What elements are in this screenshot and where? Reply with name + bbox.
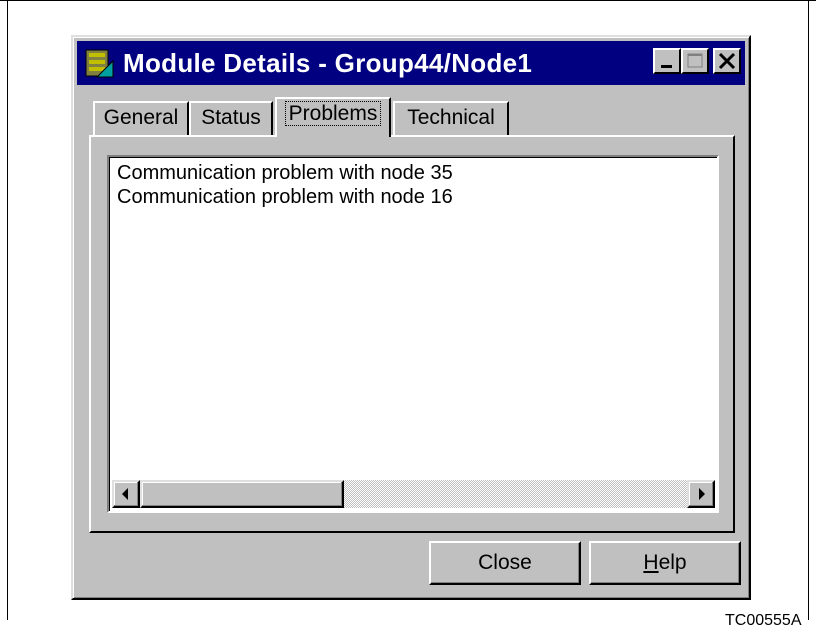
close-button[interactable]: Close (429, 541, 581, 585)
module-details-window: Module Details - Group44/Node1 General S… (71, 35, 751, 600)
list-item[interactable]: Communication problem with node 16 (117, 185, 453, 209)
arrow-left-icon (122, 488, 128, 500)
figure-frame-left (7, 0, 8, 620)
scroll-left-button[interactable] (112, 480, 140, 508)
figure-frame-right (808, 0, 809, 620)
tab-general-label: General (103, 106, 179, 129)
module-details-icon (85, 49, 114, 78)
tab-problems-label: Problems (284, 101, 382, 126)
tab-general[interactable]: General (93, 101, 189, 135)
help-button[interactable]: Help (589, 541, 741, 585)
horizontal-scrollbar[interactable] (112, 480, 715, 508)
close-window-button[interactable] (713, 48, 741, 74)
tab-status-label: Status (201, 106, 261, 129)
maximize-button[interactable] (681, 48, 709, 74)
tab-problems[interactable]: Problems (275, 97, 391, 137)
list-item[interactable]: Communication problem with node 35 (117, 161, 453, 185)
problems-list[interactable]: Communication problem with node 35 Commu… (107, 155, 719, 513)
minimize-icon (661, 65, 672, 68)
window-title: Module Details - Group44/Node1 (123, 48, 533, 78)
tab-technical-label: Technical (407, 106, 495, 129)
maximize-icon (687, 53, 703, 68)
title-bar[interactable]: Module Details - Group44/Node1 (77, 41, 745, 85)
figure-frame-top (0, 0, 816, 1)
close-icon (718, 52, 736, 70)
minimize-button[interactable] (653, 48, 681, 74)
scroll-thumb[interactable] (140, 480, 344, 508)
scroll-right-button[interactable] (687, 480, 715, 508)
arrow-right-icon (699, 488, 705, 500)
tab-technical[interactable]: Technical (393, 101, 509, 135)
problems-tab-panel: Communication problem with node 35 Commu… (89, 135, 735, 533)
tab-status[interactable]: Status (189, 101, 273, 135)
figure-caption: TC00555A (725, 612, 802, 629)
